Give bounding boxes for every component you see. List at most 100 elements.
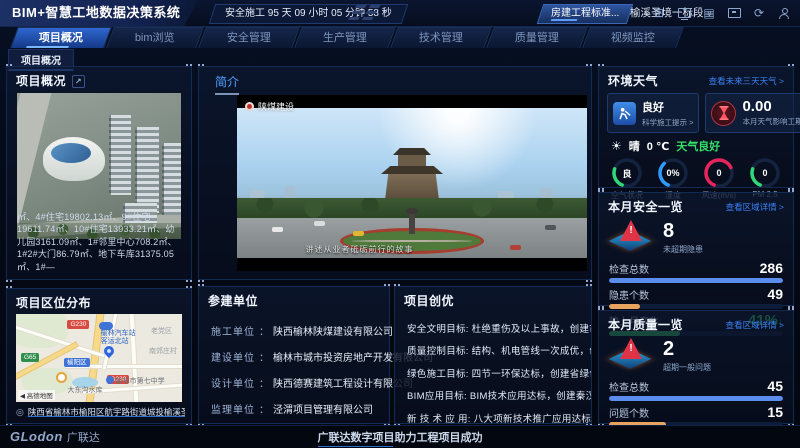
tab-project-overview[interactable]: 项目概况 — [10, 27, 112, 48]
scene-car — [545, 225, 556, 230]
participant-row: 监理单位：泾渭项目管理有限公司 — [211, 405, 373, 416]
scene-tower-roof — [381, 166, 443, 174]
apps-grid-icon[interactable]: ⊞ — [651, 5, 667, 21]
excellence-item: 安全文明目标: 杜绝重伤及以上事故，创建市、省级文明工地 — [407, 323, 591, 335]
participant-row: 设计单位：陕西德赛建筑工程设计有限公司 — [211, 379, 413, 390]
weather-title: 环境天气 — [608, 74, 659, 88]
location-map[interactable]: G230 G65 G230 榆阳区 榆林汽车站客运北站 榆林市第七中学 大东沟水… — [16, 314, 182, 402]
participant-row: 施工单位：陕西榆林陕煤建设有限公司 — [211, 327, 393, 338]
scene-car — [352, 231, 364, 236]
location-panel: 项目区位分布 G230 G65 G230 榆阳区 榆林汽车站客运北站 榆林市第七… — [6, 286, 192, 426]
weather-panel: 环境天气 查看未来三天天气 > 良好 科学施工提示 > 0.00 本月天气影响工期 … — [598, 64, 800, 200]
participants-title: 参建单位 — [208, 294, 259, 308]
document-icon[interactable]: ▤ — [701, 5, 717, 21]
overview-title: 项目概况 ↗ — [16, 72, 86, 89]
scene-tower-roof — [393, 148, 431, 155]
excellence-item: BIM应用目标: BIM技术应用达标，创建秦汉杯 — [407, 391, 591, 402]
footer-slogan: 广联达数字项目助力工程项目成功 — [317, 429, 483, 447]
overview-description: ㎡、4#住宅19802.13㎡、9#住宅19611.74㎡、10#住宅13933… — [17, 211, 177, 272]
dashboard: BIM+智慧工地数据决策系统 安全施工 95 天 09 小时 05 分钟 58 … — [0, 0, 800, 448]
sun-icon: ☀ — [611, 139, 622, 153]
participants-panel: 参建单位 施工单位：陕西榆林陕煤建设有限公司 建设单位：榆林市城市投资房地产开发… — [198, 284, 433, 442]
progress-fill — [609, 396, 783, 401]
tab-quality[interactable]: 质量管理 — [485, 27, 588, 48]
scene-tower-top — [398, 155, 426, 166]
expand-icon[interactable]: ↗ — [72, 75, 86, 88]
warning-pyramid-icon: ! — [608, 219, 652, 257]
scene-car — [510, 245, 521, 250]
safety-panel: 本月安全一览 查看区域详情 > ! 8 未超期隐患 检查总数 286 隐患个数 49 … — [598, 190, 794, 336]
monitor-icon[interactable] — [676, 5, 692, 21]
map-district-badge: 榆阳区 — [64, 358, 90, 367]
tab-safety[interactable]: 安全管理 — [197, 27, 300, 48]
map-poi-icon — [55, 371, 67, 383]
location-pin-icon: ◎ — [16, 406, 24, 417]
map-school-label: 榆林市第七中学 — [115, 378, 165, 386]
weather-status: 天气良好 — [676, 141, 721, 153]
weather-cards: 良好 科学施工提示 > 0.00 本月天气影响工期 — [599, 93, 800, 133]
weather-impact-card: 0.00 本月天气影响工期 — [705, 93, 800, 133]
construction-tip-card[interactable]: 良好 科学施工提示 > — [607, 93, 700, 133]
progress-fill — [609, 278, 783, 283]
video-subtitle: 讲述从业者砥砺前行的故事 — [305, 245, 414, 254]
safety-detail-link[interactable]: 查看区域详情 > — [726, 201, 784, 213]
map-station-label: 榆林汽车站客运北站 — [100, 329, 136, 345]
participant-row: 建设单位：榆林市城市投资房地产开发有限公司 — [211, 353, 433, 364]
safety-summary: ! 8 未超期隐患 — [599, 218, 793, 257]
quality-panel: 本月质量一览 查看区域详情 > ! 2 超期一般问题 检查总数 45 问题个数 15 … — [598, 308, 794, 447]
render-mall-roof — [51, 143, 91, 163]
location-title: 项目区位分布 — [16, 296, 92, 310]
render-tower — [109, 115, 131, 195]
footer-bar: GLodon 广联达 广联达数字项目助力工程项目成功 — [0, 425, 800, 448]
tab-intro[interactable]: 简介 — [215, 73, 240, 95]
quality-title: 本月质量一览 — [608, 318, 684, 332]
weather-forecast-link[interactable]: 查看未来三天天气 > — [709, 75, 784, 87]
standard-button[interactable]: 房建工程标准... — [536, 4, 634, 24]
user-icon[interactable] — [776, 5, 792, 21]
video-watermark: 陕煤建设 — [245, 100, 294, 113]
quality-summary: ! 2 超期一般问题 — [599, 336, 793, 375]
tab-video-monitor[interactable]: 视频监控 — [581, 27, 684, 48]
scene-tower-body — [385, 174, 439, 200]
map-school-icon — [105, 375, 114, 384]
tab-bim-browse[interactable]: bim浏览 — [106, 27, 204, 48]
screen-icon[interactable] — [726, 5, 742, 21]
app-title: BIM+智慧工地数据决策系统 — [0, 0, 198, 26]
map-area-label: 南郊庄村 — [149, 347, 178, 355]
quality-detail-link[interactable]: 查看区域详情 > — [726, 319, 784, 331]
project-address: ◎ 陕西省榆林市榆阳区航宇路街道城投榆溪圣境 — [16, 406, 185, 418]
excellence-panel: 项目创优 安全文明目标: 杜绝重伤及以上事故，创建市、省级文明工地 质量控制目标… — [394, 284, 592, 447]
refresh-icon[interactable]: ⟳ — [751, 5, 767, 21]
shaanxi-coal-logo-icon — [245, 102, 254, 111]
map-road-badge: G230 — [67, 320, 90, 330]
current-weather: ☀ 晴 0 ℃ 天气良好 — [611, 139, 721, 153]
glodon-logo[interactable]: GLodon 广联达 — [10, 429, 100, 445]
tab-technology[interactable]: 技术管理 — [389, 27, 492, 48]
map-station-icon — [99, 321, 113, 330]
nav-tabs: 项目概况 bim浏览 安全管理 生产管理 技术管理 质量管理 视频监控 — [10, 27, 684, 48]
safety-title: 本月安全一览 — [608, 200, 684, 214]
map-watermark: ◀ 高德地图 — [18, 390, 55, 400]
render-tower — [162, 143, 181, 215]
excellence-item: 绿色施工目标: 四节一环保达标，创建省绿色施工示范工程 — [407, 368, 591, 380]
header-icons: ⊞ ▤ ⟳ — [651, 5, 792, 21]
top-bar: BIM+智慧工地数据决策系统 安全施工 95 天 09 小时 05 分钟 58 … — [0, 0, 800, 27]
overview-panel: 项目概况 ↗ ㎡、4#住宅19802.13㎡、9#住宅19611.74㎡、10#住… — [6, 64, 192, 282]
excellence-item: 质量控制目标: 结构、机电管线一次成优，创建省优质结构工程 — [407, 346, 591, 357]
video-scene — [237, 108, 587, 258]
render-tower — [135, 127, 159, 213]
scene-car — [272, 227, 283, 232]
warning-pyramid-icon: ! — [608, 337, 652, 375]
hourglass-icon — [711, 100, 737, 126]
scene-statue — [406, 208, 418, 234]
map-reservoir-label: 大东沟水库 — [67, 386, 103, 394]
excellence-item: 新 技 术 应 用: 八大项新技术推广应用达标 — [407, 413, 591, 425]
intro-panel: 简介 陕煤建设 讲述从业者砥砺前行的故事 — [198, 64, 592, 282]
progress-track — [609, 396, 783, 401]
intro-video[interactable]: 陕煤建设 讲述从业者砥砺前行的故事 — [237, 95, 587, 271]
excellence-title: 项目创优 — [404, 294, 455, 308]
scene-car — [314, 221, 325, 226]
tab-production[interactable]: 生产管理 — [293, 27, 396, 48]
map-road-badge: G65 — [20, 352, 40, 362]
map-area-label: 老党区 — [151, 328, 173, 336]
